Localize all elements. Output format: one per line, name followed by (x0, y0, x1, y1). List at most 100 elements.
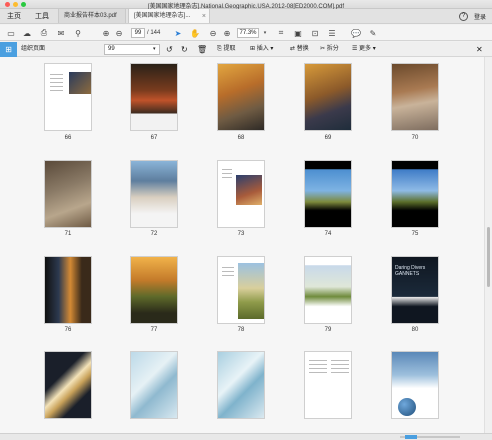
page-thumbnail-77[interactable] (130, 256, 178, 324)
text-line (309, 364, 327, 365)
page-thumbnail-75[interactable] (391, 160, 439, 228)
rotate-right-icon[interactable]: ↻ (181, 42, 188, 57)
page-thumbnail-85[interactable] (391, 351, 439, 419)
page-image (305, 257, 351, 323)
upload-icon[interactable]: ☁ (22, 28, 32, 38)
page-number-label: 73 (237, 231, 245, 237)
organize-toolbar: ⊞ 组织页面 99 ▾ ↺ ↻ 🗑 ⎘ 提取 ⊞ 插入 ▾ ⇄ 替换 ✂ 拆分 … (0, 42, 492, 57)
page-thumbnail-84[interactable] (304, 351, 352, 419)
scrollbar-thumb[interactable] (487, 227, 490, 287)
page-thumbnail-69[interactable] (304, 63, 352, 131)
rotate-left-icon[interactable]: ↺ (166, 42, 173, 57)
email-icon[interactable]: ✉ (56, 28, 66, 38)
page-thumbnail-70[interactable] (391, 63, 439, 131)
more-button[interactable]: ☰ 更多 ▾ (352, 42, 376, 57)
photo (236, 175, 262, 205)
menu-tools[interactable]: 工具 (28, 9, 56, 23)
replace-button[interactable]: ⇄ 替换 (290, 42, 309, 57)
text-line (331, 368, 349, 369)
text-line (309, 368, 327, 369)
page-number-label: 69 (324, 135, 332, 141)
vertical-scrollbar[interactable] (484, 57, 492, 433)
fit-page-icon[interactable]: ▣ (293, 28, 303, 38)
close-tab-icon[interactable]: × (202, 9, 206, 23)
total-pages-label: / 144 (147, 30, 161, 36)
sign-icon[interactable]: ✎ (368, 28, 378, 38)
reading-mode-icon[interactable]: ☰ (327, 28, 337, 38)
extract-button[interactable]: ⎘ 提取 (217, 42, 235, 57)
replace-label: 替换 (296, 46, 309, 52)
page-thumbnail-78[interactable] (217, 256, 265, 324)
page-image (131, 257, 177, 323)
main-toolbar: ▭ ☁ ⎙ ✉ ⚲ ⊕ ⊖ 99 / 144 ➤ ✋ ⊖ ⊕ 77.3% ▾ ⌗… (0, 25, 492, 41)
page-thumbnail-71[interactable] (44, 160, 92, 228)
tab-document-2[interactable]: [美国国家地理杂志]... × (128, 9, 210, 23)
thumbnail-size-slider-knob[interactable] (405, 435, 417, 439)
tab-label: 商业报告样本03.pdf (64, 13, 117, 19)
page-number-label: 67 (150, 135, 158, 141)
zoom-out-icon[interactable]: ⊖ (208, 28, 218, 38)
save-icon[interactable]: ▭ (6, 28, 16, 38)
page-image (305, 161, 351, 227)
delete-page-icon[interactable]: 🗑 (197, 42, 207, 57)
split-button[interactable]: ✂ 拆分 (320, 42, 339, 57)
split-label: 拆分 (326, 46, 339, 52)
crop-icon[interactable]: ⌗ (276, 28, 286, 38)
extract-label: 提取 (223, 46, 236, 52)
page-thumbnail-83[interactable] (217, 351, 265, 419)
cover-headline: Daring Divers GANNETS (395, 265, 426, 277)
close-organize-icon[interactable]: ✕ (476, 42, 483, 57)
page-number-label: 75 (411, 231, 419, 237)
page-image (45, 352, 91, 418)
text-line (222, 169, 232, 170)
page-thumbnail-81[interactable] (44, 351, 92, 419)
page-thumbnail-72[interactable] (130, 160, 178, 228)
page-thumbnail-79[interactable] (304, 256, 352, 324)
app-window: [美国国家地理杂志].National.Geographic.USA.2012-… (0, 0, 492, 440)
text-line (50, 90, 63, 91)
login-link[interactable]: 登录 (474, 12, 486, 21)
page-thumbnail-68[interactable] (217, 63, 265, 131)
page-image (131, 352, 177, 418)
hand-tool-icon[interactable]: ✋ (190, 28, 200, 38)
page-number-label: 72 (150, 231, 158, 237)
comment-icon[interactable]: 💬 (351, 28, 361, 38)
page-thumbnail-76[interactable] (44, 256, 92, 324)
current-page-input[interactable]: 99 (131, 28, 145, 38)
page-image (305, 352, 351, 418)
page-thumbnail-80[interactable]: Daring Divers GANNETS (391, 256, 439, 324)
page-select[interactable]: 99 (104, 44, 160, 55)
select-tool-icon[interactable]: ➤ (173, 28, 183, 38)
status-bar (0, 433, 492, 440)
page-thumbnail-66[interactable] (44, 63, 92, 131)
organize-pages-icon[interactable]: ⊞ (0, 42, 17, 57)
insert-button[interactable]: ⊞ 插入 ▾ (250, 42, 273, 57)
next-page-icon[interactable]: ⊖ (114, 28, 124, 38)
page-thumbnail-67[interactable] (130, 63, 178, 131)
page-image (392, 64, 438, 130)
tab-label: [美国国家地理杂志]... (134, 13, 191, 19)
text-line (50, 82, 63, 83)
page-number-label: 79 (324, 327, 332, 333)
print-icon[interactable]: ⎙ (39, 28, 49, 38)
text-line (309, 372, 327, 373)
title-bar: [美国国家地理杂志].National.Geographic.USA.2012-… (0, 0, 492, 10)
zoom-dropdown-icon[interactable]: ▾ (260, 28, 270, 38)
tab-document-1[interactable]: 商业报告样本03.pdf (58, 9, 126, 23)
prev-page-icon[interactable]: ⊕ (101, 28, 111, 38)
fit-width-icon[interactable]: ⊡ (310, 28, 320, 38)
page-number-label: 66 (64, 135, 72, 141)
photo (69, 72, 91, 94)
menu-home[interactable]: 主页 (0, 9, 28, 23)
search-icon[interactable]: ⚲ (73, 28, 83, 38)
page-select-dropdown-icon[interactable]: ▾ (153, 42, 156, 57)
page-thumbnail-82[interactable] (130, 351, 178, 419)
page-thumbnail-73[interactable] (217, 160, 265, 228)
zoom-level-select[interactable]: 77.3% (237, 28, 259, 38)
help-icon[interactable]: ? (458, 11, 468, 21)
page-thumbnail-74[interactable] (304, 160, 352, 228)
page-number-label: 76 (64, 327, 72, 333)
zoom-in-icon[interactable]: ⊕ (222, 28, 232, 38)
insert-label: 插入 (256, 46, 269, 52)
page-number-label: 74 (324, 231, 332, 237)
